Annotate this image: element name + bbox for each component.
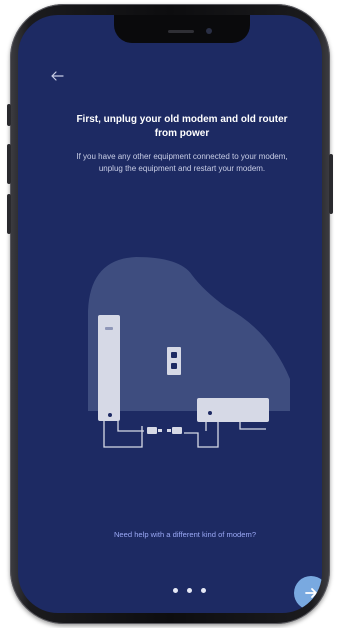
mute-switch (7, 104, 11, 126)
page-dot-1 (173, 588, 178, 593)
old-router (197, 398, 269, 422)
notch (114, 15, 250, 43)
page-indicator (173, 588, 217, 596)
next-button[interactable] (294, 576, 322, 610)
page-dot-2 (187, 588, 192, 593)
page-description: If you have any other equipment connecte… (76, 152, 288, 173)
help-different-modem-link[interactable]: Need help with a different kind of modem… (54, 530, 316, 539)
page-dot-3 (201, 588, 206, 593)
old-modem (98, 315, 120, 421)
front-camera (206, 28, 212, 34)
power-button (329, 154, 333, 214)
speaker (168, 30, 194, 33)
app-screen: First, unplug your old modem and old rou… (18, 15, 322, 613)
volume-up-button (7, 144, 11, 184)
page-title: First, unplug your old modem and old rou… (76, 114, 288, 139)
power-outlet (167, 347, 181, 375)
right-arrow-icon (305, 588, 317, 598)
unplug-illustration (88, 257, 290, 448)
back-arrow-icon[interactable] (50, 71, 64, 81)
unplugged-connectors (147, 427, 182, 434)
volume-down-button (7, 194, 11, 234)
